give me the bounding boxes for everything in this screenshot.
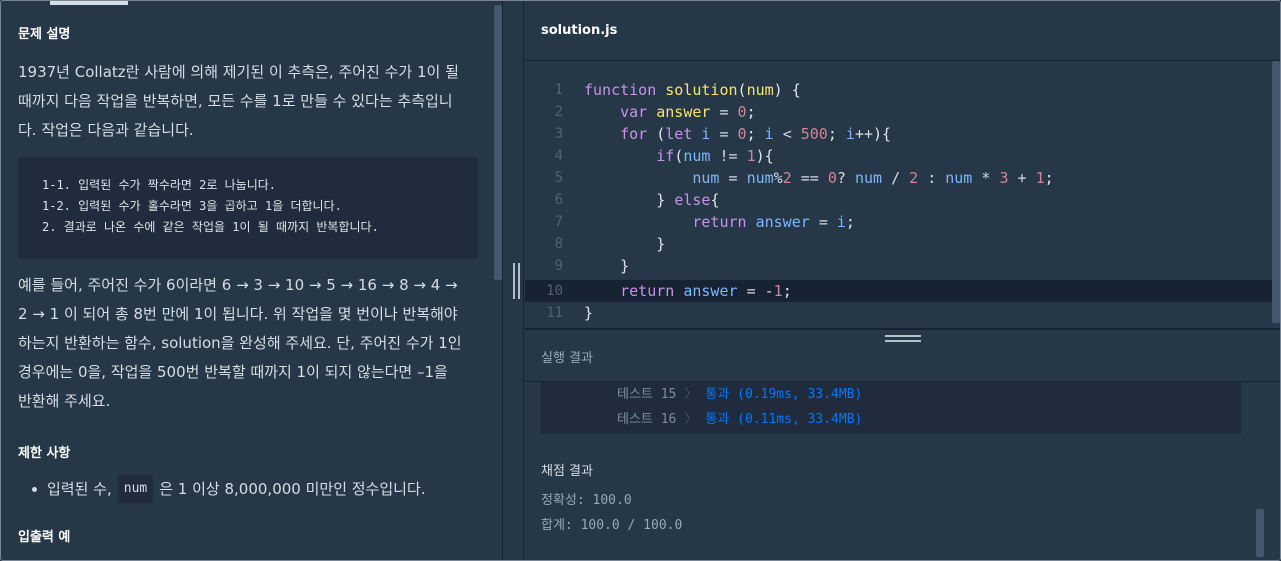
example-line: 2 → 1 이 되어 총 8번 만에 1이 됩니다. 위 작업을 몇 번이나 반…	[18, 305, 458, 323]
horizontal-grip-icon[interactable]	[885, 335, 921, 343]
example-line: 경우에는 0을, 작업을 500번 반복할 때까지 1이 되지 않는다면 –1을	[18, 363, 448, 381]
code-line[interactable]: 2 var answer = 0;	[525, 101, 1273, 123]
splitter-grip-icon[interactable]	[511, 263, 523, 299]
problem-scrollbar[interactable]	[494, 5, 502, 280]
test-row: 테스트 16 〉 통과 (0.11ms, 33.4MB)	[617, 412, 863, 427]
results-scrollbar[interactable]	[1256, 509, 1264, 557]
tab-indicator	[50, 1, 128, 5]
step-line: 2. 결과로 나온 수에 같은 작업을 1이 될 때까지 반복합니다.	[42, 220, 379, 234]
grade-title: 채점 결과	[541, 464, 593, 479]
code-line[interactable]: 11}	[525, 302, 1273, 324]
code-line-active[interactable]: 10 return answer = -1;	[525, 280, 1273, 302]
chevron-right-icon: 〉	[684, 387, 698, 402]
constraint-text: 입력된 수,	[47, 480, 112, 498]
horizontal-splitter[interactable]	[525, 328, 1280, 330]
code-line[interactable]: 5 num = num%2 == 0? num / 2 : num * 3 + …	[525, 167, 1273, 189]
desc-line: 1937년 Collatz란 사람에 의해 제기된 이 추측은, 주어진 수가 …	[18, 63, 459, 81]
constraints-title: 제한 사항	[18, 446, 71, 461]
run-result-title: 실행 결과	[541, 351, 593, 366]
code-line[interactable]: 9 }	[525, 255, 1273, 277]
bullet-icon	[32, 486, 37, 492]
test-row: 테스트 15 〉 통과 (0.19ms, 33.4MB)	[617, 387, 863, 402]
editor-panel: solution.js 1 function solution(num) { 2 …	[525, 1, 1280, 560]
step-line: 1-1. 입력된 수가 짝수라면 2로 나눕니다.	[42, 178, 277, 192]
inline-code: num	[117, 475, 154, 503]
chevron-right-icon: 〉	[684, 412, 698, 427]
code-editor[interactable]: 1 function solution(num) { 2 var answer =…	[525, 62, 1280, 328]
file-name: solution.js	[541, 23, 618, 38]
total-score: 합계: 100.0 / 100.0	[541, 518, 683, 533]
constraint-text: 은 1 이상 8,000,000 미만인 정수입니다.	[159, 480, 426, 498]
window-frame: 문제 설명 1937년 Collatz란 사람에 의해 제기된 이 추측은, 주…	[0, 0, 1281, 561]
code-line[interactable]: 3 for (let i = 0; i < 500; i++){	[525, 123, 1273, 145]
problem-panel: 문제 설명 1937년 Collatz란 사람에 의해 제기된 이 추측은, 주…	[2, 1, 502, 560]
io-example-title: 입출력 예	[18, 530, 71, 545]
example-line: 하는지 반환하는 함수, solution을 완성해 주세요. 단, 주어진 수…	[18, 334, 462, 352]
example-description: 예를 들어, 주어진 수가 6이라면 6 → 3 → 10 → 5 → 16 →…	[18, 271, 480, 416]
steps-code-block: 1-1. 입력된 수가 짝수라면 2로 나눕니다. 1-2. 입력된 수가 홀수라…	[18, 157, 478, 259]
code-line[interactable]: 7 return answer = i;	[525, 211, 1273, 233]
desc-line: 때까지 다음 작업을 반복하면, 모든 수를 1로 만들 수 있다는 추측입니	[18, 92, 453, 110]
desc-line: 다. 작업은 다음과 같습니다.	[18, 121, 194, 139]
test-results-box: 테스트 15 〉 통과 (0.19ms, 33.4MB) 테스트 16 〉 통과 (0.…	[541, 382, 1241, 434]
file-tab[interactable]: solution.js	[525, 1, 1280, 61]
code-line[interactable]: 6 } else{	[525, 189, 1273, 211]
step-line: 1-2. 입력된 수가 홀수라면 3을 곱하고 1을 더합니다.	[42, 199, 342, 213]
constraint-item: 입력된 수, num 은 1 이상 8,000,000 미만인 정수입니다.	[32, 475, 426, 503]
example-line: 반환해 주세요.	[18, 392, 111, 410]
code-line[interactable]: 1 function solution(num) {	[525, 79, 1273, 101]
problem-title: 문제 설명	[18, 27, 71, 42]
code-line[interactable]: 8 }	[525, 233, 1273, 255]
editor-scrollbar[interactable]	[1272, 61, 1280, 323]
code-line[interactable]: 4 if(num != 1){	[525, 145, 1273, 167]
accuracy-score: 정확성: 100.0	[541, 493, 632, 508]
problem-description: 1937년 Collatz란 사람에 의해 제기된 이 추측은, 주어진 수가 …	[18, 58, 480, 145]
example-line: 예를 들어, 주어진 수가 6이라면 6 → 3 → 10 → 5 → 16 →…	[18, 276, 458, 294]
